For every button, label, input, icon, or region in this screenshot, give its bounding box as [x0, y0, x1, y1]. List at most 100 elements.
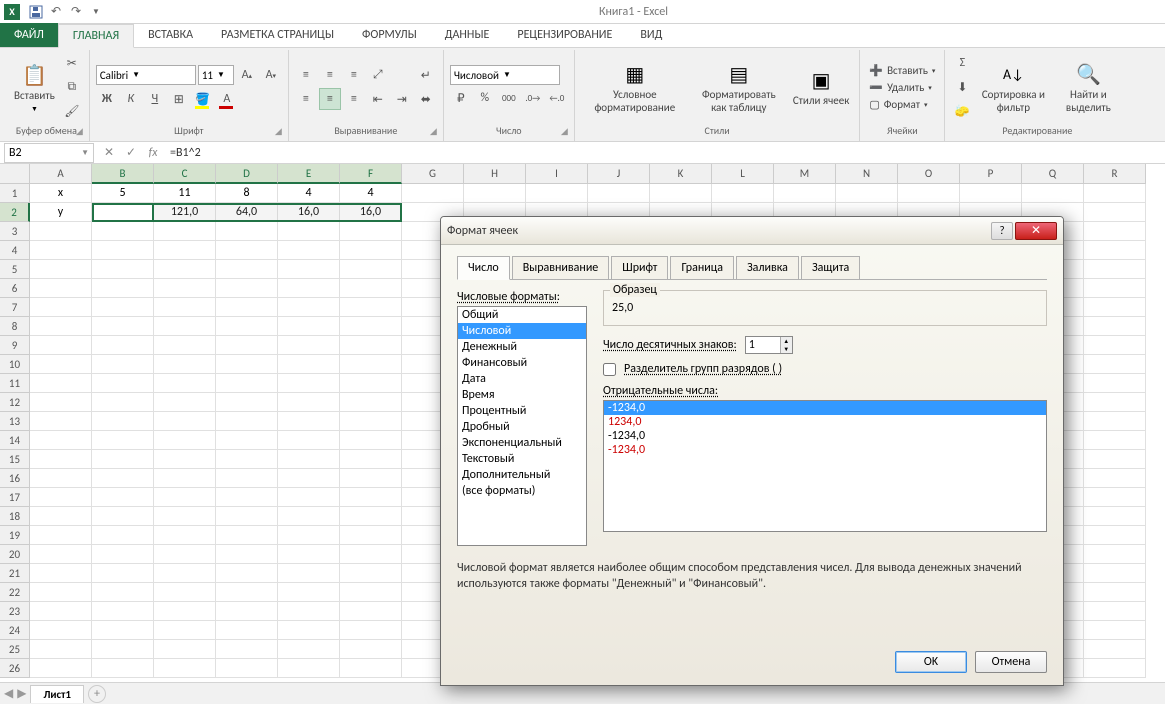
cell[interactable] — [216, 602, 278, 621]
underline-button[interactable]: Ч — [144, 88, 166, 110]
tab-file[interactable]: ФАЙЛ — [0, 23, 58, 47]
row-header[interactable]: 6 — [0, 279, 30, 298]
cell[interactable] — [30, 621, 92, 640]
align-center-icon[interactable]: ≡ — [319, 88, 341, 110]
cell[interactable]: 8 — [216, 184, 278, 203]
undo-icon[interactable]: ↶ — [46, 2, 66, 22]
cell[interactable]: 64,0 — [216, 203, 278, 222]
cell[interactable] — [278, 450, 340, 469]
row-header[interactable]: 1 — [0, 184, 30, 203]
cell[interactable] — [278, 507, 340, 526]
percent-icon[interactable]: % — [474, 87, 496, 109]
cell[interactable] — [154, 488, 216, 507]
cell[interactable] — [30, 469, 92, 488]
column-header[interactable]: I — [526, 164, 588, 184]
font-name-combo[interactable]: Calibri▼ — [96, 65, 196, 85]
align-bottom-icon[interactable]: ≡ — [343, 64, 365, 86]
cell[interactable] — [340, 602, 402, 621]
format-cells-button[interactable]: ▢Формат▾ — [866, 97, 938, 112]
launcher-icon[interactable]: ◢ — [430, 126, 437, 137]
column-header[interactable]: M — [774, 164, 836, 184]
cell[interactable] — [216, 355, 278, 374]
cell[interactable] — [154, 355, 216, 374]
format-list-item[interactable]: Дополнительный — [458, 467, 586, 483]
cell[interactable] — [1084, 260, 1146, 279]
row-header[interactable]: 7 — [0, 298, 30, 317]
cell[interactable] — [278, 488, 340, 507]
cell[interactable] — [1084, 450, 1146, 469]
column-header[interactable]: O — [898, 164, 960, 184]
column-header[interactable]: B — [92, 164, 154, 184]
row-header[interactable]: 19 — [0, 526, 30, 545]
cell[interactable] — [30, 279, 92, 298]
cell[interactable] — [588, 184, 650, 203]
cell[interactable] — [216, 317, 278, 336]
cell[interactable] — [216, 298, 278, 317]
cell[interactable] — [278, 336, 340, 355]
increase-indent-icon[interactable]: ⇥ — [391, 88, 413, 110]
cell[interactable]: 4 — [278, 184, 340, 203]
cell[interactable] — [154, 412, 216, 431]
format-list-item[interactable]: Дата — [458, 371, 586, 387]
negative-numbers-listbox[interactable]: -1234,01234,0-1234,0-1234,0 — [603, 400, 1047, 532]
row-header[interactable]: 3 — [0, 222, 30, 241]
save-icon[interactable] — [26, 2, 46, 22]
cell[interactable] — [92, 583, 154, 602]
format-painter-icon[interactable]: 🖌 — [61, 100, 83, 122]
cell[interactable] — [154, 222, 216, 241]
row-header[interactable]: 11 — [0, 374, 30, 393]
cell[interactable]: x — [30, 184, 92, 203]
cell[interactable] — [340, 507, 402, 526]
format-list-item[interactable]: Денежный — [458, 339, 586, 355]
spinner-up-icon[interactable]: ▲ — [781, 337, 792, 345]
cell[interactable] — [216, 412, 278, 431]
format-list-item[interactable]: Время — [458, 387, 586, 403]
decrease-decimal-icon[interactable]: ←.0 — [546, 87, 568, 109]
column-header[interactable]: L — [712, 164, 774, 184]
cell[interactable] — [154, 621, 216, 640]
row-header[interactable]: 21 — [0, 564, 30, 583]
cell[interactable] — [1084, 241, 1146, 260]
insert-cells-button[interactable]: ➕Вставить▾ — [866, 63, 938, 78]
cell[interactable] — [30, 222, 92, 241]
conditional-formatting-button[interactable]: ▦ Условное форматирование — [581, 58, 689, 115]
fill-icon[interactable]: ⬇ — [951, 76, 973, 98]
cell[interactable] — [30, 640, 92, 659]
paste-button[interactable]: 📋 Вставить ▼ — [10, 59, 59, 114]
cell[interactable] — [30, 241, 92, 260]
cell[interactable] — [340, 583, 402, 602]
add-sheet-button[interactable]: + — [88, 685, 106, 703]
cell[interactable] — [154, 374, 216, 393]
cell[interactable] — [898, 184, 960, 203]
cell[interactable] — [340, 659, 402, 678]
merge-center-icon[interactable]: ⬌ — [415, 88, 437, 110]
format-list-item[interactable]: Числовой — [458, 323, 586, 339]
decrease-font-icon[interactable]: A▾ — [260, 64, 282, 86]
cell[interactable] — [30, 488, 92, 507]
cell[interactable] — [278, 374, 340, 393]
cell[interactable] — [650, 184, 712, 203]
cell[interactable] — [278, 526, 340, 545]
cell[interactable] — [340, 526, 402, 545]
name-box[interactable]: B2▼ — [4, 143, 94, 163]
row-header[interactable]: 17 — [0, 488, 30, 507]
cell[interactable] — [92, 393, 154, 412]
sheet-nav[interactable]: ◀ ▶ — [4, 686, 26, 701]
cell[interactable] — [278, 602, 340, 621]
cell[interactable] — [154, 241, 216, 260]
cell[interactable] — [154, 602, 216, 621]
cell[interactable] — [340, 222, 402, 241]
currency-icon[interactable]: ₽ — [450, 87, 472, 109]
cell[interactable] — [278, 583, 340, 602]
select-all-corner[interactable] — [0, 164, 30, 184]
cell[interactable] — [340, 374, 402, 393]
increase-font-icon[interactable]: A▴ — [236, 64, 258, 86]
negative-format-item[interactable]: -1234,0 — [604, 401, 1046, 415]
cell[interactable] — [340, 488, 402, 507]
cell[interactable] — [1084, 203, 1146, 222]
cell[interactable] — [340, 355, 402, 374]
row-header[interactable]: 12 — [0, 393, 30, 412]
wrap-text-icon[interactable]: ↵ — [415, 64, 437, 86]
cell[interactable] — [92, 640, 154, 659]
cell[interactable] — [92, 336, 154, 355]
